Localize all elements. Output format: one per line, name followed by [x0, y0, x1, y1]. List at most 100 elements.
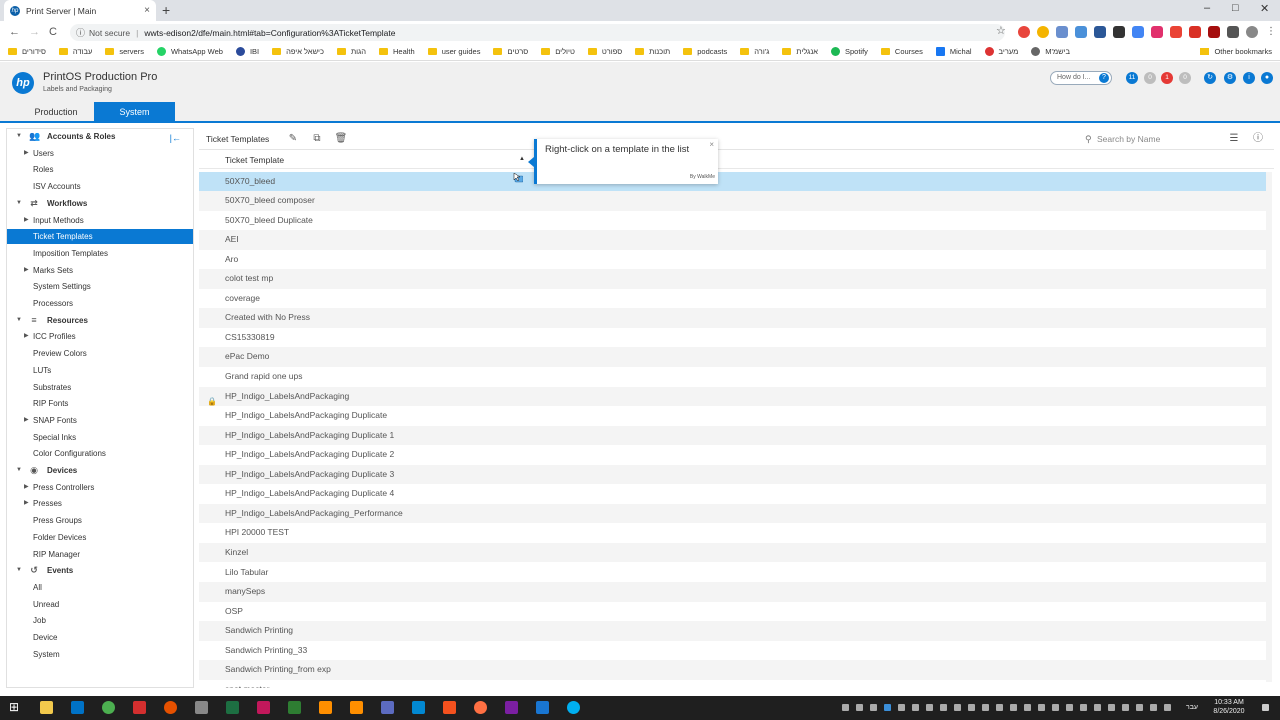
- table-row[interactable]: HP_Indigo_LabelsAndPackaging_Performance: [199, 503, 1267, 524]
- tray-icon[interactable]: [912, 704, 919, 711]
- back-icon[interactable]: ←: [9, 26, 20, 38]
- info-icon[interactable]: ⓘ: [76, 26, 85, 39]
- tray-icon[interactable]: [954, 704, 961, 711]
- expand-arrow-icon[interactable]: ▼: [16, 463, 22, 478]
- bookmark-item[interactable]: user guides: [427, 47, 480, 56]
- browser-tab[interactable]: hp Print Server | Main ×: [4, 0, 156, 21]
- app-icon[interactable]: [288, 701, 301, 714]
- sidebar-item-marks-sets[interactable]: ▶ Marks Sets: [7, 263, 193, 278]
- expand-arrow-icon[interactable]: ▼: [16, 196, 22, 211]
- edit-columns-icon[interactable]: ☰: [1227, 132, 1241, 146]
- sidebar-item-icc-profiles[interactable]: ▶ ICC Profiles: [7, 329, 193, 344]
- bookmark-item[interactable]: IBI: [235, 47, 259, 56]
- close-tab-icon[interactable]: ×: [144, 5, 150, 16]
- tray-icon[interactable]: [996, 704, 1003, 711]
- outlook-icon[interactable]: [71, 701, 84, 714]
- table-row[interactable]: 50X70_bleed composer: [199, 191, 1267, 211]
- other-bookmarks[interactable]: Other bookmarks: [1200, 47, 1272, 56]
- sidebar-item-resources[interactable]: ▼ ≡ Resources: [7, 313, 193, 328]
- new-tab-button[interactable]: +: [162, 2, 170, 18]
- extension-icon[interactable]: [1094, 26, 1106, 38]
- bookmark-item[interactable]: עבודה: [58, 47, 92, 56]
- expand-arrow-icon[interactable]: ▶: [24, 496, 29, 511]
- table-row[interactable]: coverage: [199, 289, 1267, 309]
- sidebar-item-luts[interactable]: LUTs: [7, 363, 193, 378]
- table-row[interactable]: Created with No Press: [199, 308, 1267, 328]
- illustrator-icon[interactable]: [319, 701, 332, 714]
- table-row[interactable]: HPI 20000 TEST: [199, 523, 1267, 543]
- language-indicator[interactable]: עבר: [1183, 696, 1201, 720]
- table-row[interactable]: HP_Indigo_LabelsAndPackaging Duplicate 3: [199, 464, 1267, 485]
- table-row[interactable]: AEI: [199, 230, 1267, 250]
- tray-icon[interactable]: [1108, 704, 1115, 711]
- table-row[interactable]: 50X70_bleed: [199, 171, 1267, 191]
- indesign-icon[interactable]: [257, 701, 270, 714]
- table-row[interactable]: 50X70_bleed Duplicate: [199, 211, 1267, 231]
- bookmark-item[interactable]: מעריב: [984, 47, 1018, 56]
- tray-icon[interactable]: [940, 704, 947, 711]
- tab-production[interactable]: Production: [18, 102, 94, 122]
- bookmark-item[interactable]: WhatsApp Web: [156, 47, 223, 56]
- table-row[interactable]: Sandwich Printing_from exp: [199, 660, 1267, 680]
- extension-icon[interactable]: [1208, 26, 1220, 38]
- calculator-icon[interactable]: [381, 701, 394, 714]
- reload-icon[interactable]: C: [49, 26, 57, 38]
- sidebar-item-events[interactable]: ▼ ↺ Events: [7, 563, 193, 578]
- tray-icon[interactable]: [856, 704, 863, 711]
- sidebar-item-users[interactable]: ▶ Users: [7, 146, 193, 161]
- skype-icon[interactable]: [567, 701, 580, 714]
- expand-arrow-icon[interactable]: ▶: [24, 329, 29, 344]
- sort-ascending-icon[interactable]: ▲: [519, 156, 525, 162]
- sidebar-item-folder-devices[interactable]: Folder Devices: [7, 530, 193, 545]
- table-row[interactable]: HP_Indigo_LabelsAndPackaging Duplicate 4: [199, 484, 1267, 504]
- tray-icon[interactable]: [1038, 704, 1045, 711]
- extension-icon[interactable]: [1189, 26, 1201, 38]
- bluetooth-icon[interactable]: [884, 704, 891, 711]
- app-icon[interactable]: [443, 701, 456, 714]
- expand-arrow-icon[interactable]: ▶: [24, 146, 29, 161]
- windows-start-icon[interactable]: ⊞: [9, 700, 19, 714]
- sidebar-item-unread[interactable]: Unread: [7, 597, 193, 612]
- bookmark-item[interactable]: טיולים: [541, 47, 575, 56]
- bookmark-item[interactable]: ג'ורה: [740, 47, 769, 56]
- sidebar-item-accounts-roles[interactable]: ▼ 👥 Accounts & Roles: [7, 129, 193, 144]
- sidebar-item-color-configurations[interactable]: Color Configurations: [7, 446, 193, 461]
- sidebar-item-presses[interactable]: ▶ Presses: [7, 496, 193, 511]
- sidebar-item-workflows[interactable]: ▼ ⇄ Workflows: [7, 196, 193, 211]
- tray-icon[interactable]: [1094, 704, 1101, 711]
- extension-icon[interactable]: [1151, 26, 1163, 38]
- sidebar-item-processors[interactable]: Processors: [7, 296, 193, 311]
- firefox-icon[interactable]: [164, 701, 177, 714]
- tray-icon[interactable]: [1080, 704, 1087, 711]
- tray-icon[interactable]: [982, 704, 989, 711]
- expand-arrow-icon[interactable]: ▶: [24, 480, 29, 495]
- bookmark-item[interactable]: אנגלית: [782, 47, 818, 56]
- table-row[interactable]: HP_Indigo_LabelsAndPackaging Duplicate: [199, 406, 1267, 426]
- sidebar-item-all[interactable]: All: [7, 580, 193, 595]
- table-row[interactable]: Kinzel: [199, 542, 1267, 563]
- illustrator-icon[interactable]: [350, 701, 363, 714]
- app-icon[interactable]: [412, 701, 425, 714]
- network-icon[interactable]: [1136, 704, 1143, 711]
- expand-arrow-icon[interactable]: ▼: [16, 313, 22, 328]
- bookmark-item[interactable]: M'בישמ: [1031, 47, 1070, 56]
- extension-icon[interactable]: [1056, 26, 1068, 38]
- table-row[interactable]: HP_Indigo_LabelsAndPackaging Duplicate 1: [199, 425, 1267, 446]
- tray-icon[interactable]: [1122, 704, 1129, 711]
- sidebar-item-special-inks[interactable]: Special Inks: [7, 430, 193, 445]
- bookmark-item[interactable]: podcasts: [683, 47, 727, 56]
- extension-icon[interactable]: [1018, 26, 1030, 38]
- bookmark-item[interactable]: הגות: [336, 47, 366, 56]
- close-window-icon[interactable]: ✕: [1260, 2, 1269, 15]
- tray-icon[interactable]: [968, 704, 975, 711]
- edit-icon[interactable]: ✎: [286, 132, 300, 146]
- tray-icon[interactable]: [926, 704, 933, 711]
- tray-icon[interactable]: [1024, 704, 1031, 711]
- alert-badge[interactable]: 1: [1161, 72, 1173, 84]
- expand-arrow-icon[interactable]: ▶: [24, 263, 29, 278]
- minimize-icon[interactable]: –: [1204, 2, 1210, 14]
- tray-icon[interactable]: [1010, 704, 1017, 711]
- info-icon[interactable]: i: [1243, 72, 1255, 84]
- clock[interactable]: 10:33 AM 8/26/2020: [1204, 696, 1254, 720]
- column-header[interactable]: Ticket Template ▲: [199, 152, 1274, 169]
